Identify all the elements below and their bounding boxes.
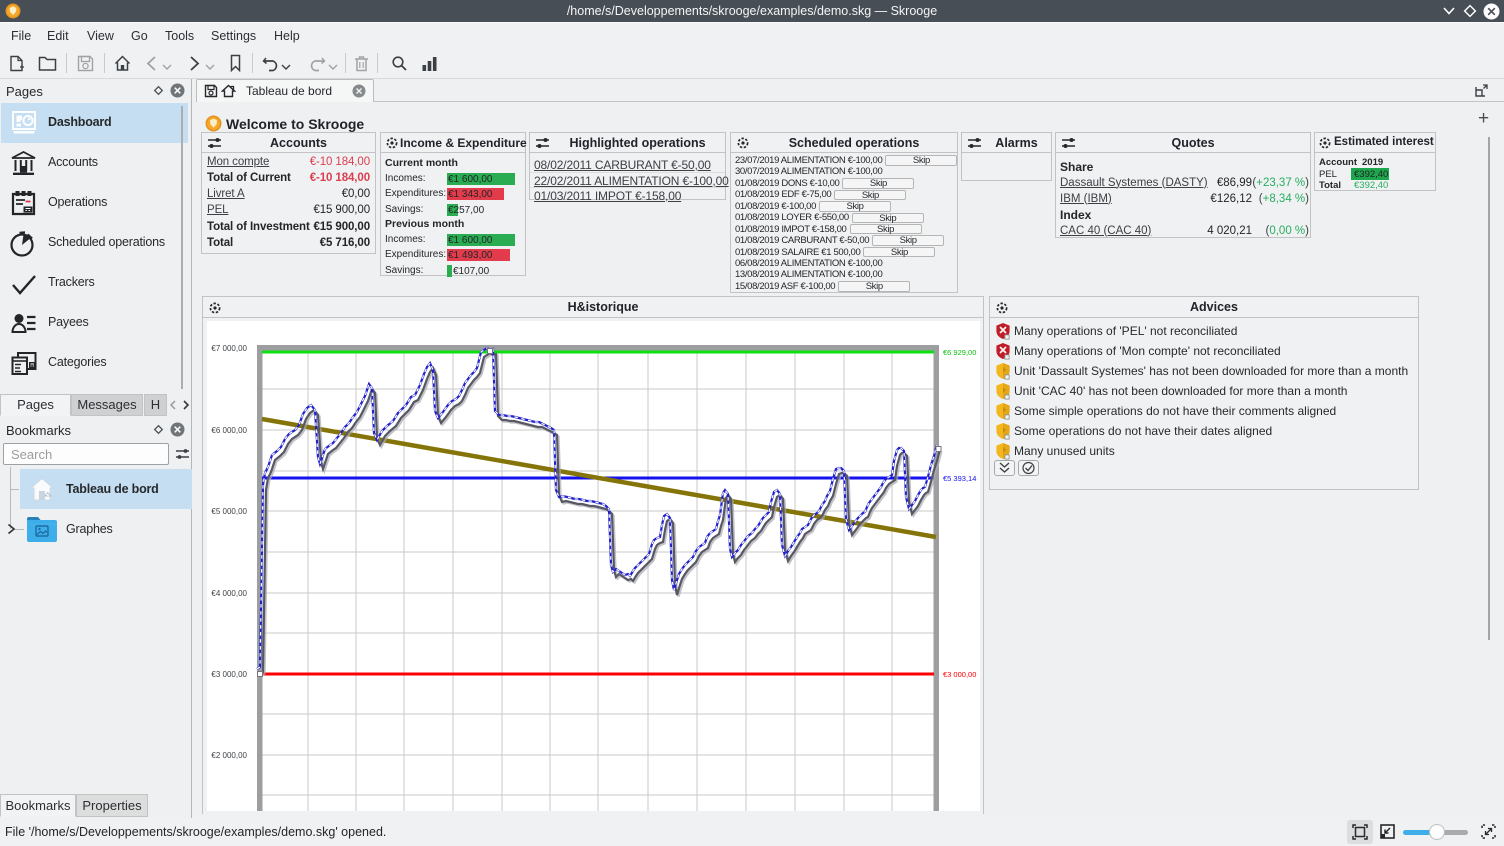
svg-text:€3 000,00: €3 000,00 xyxy=(211,670,247,679)
svg-text:€6 929,00: €6 929,00 xyxy=(943,348,976,357)
svg-text:€2 000,00: €2 000,00 xyxy=(211,751,247,760)
svg-text:€5 393,14: €5 393,14 xyxy=(943,474,976,483)
svg-text:€4 000,00: €4 000,00 xyxy=(211,589,247,598)
svg-text:€7 000,00: €7 000,00 xyxy=(211,344,247,353)
svg-text:€6 000,00: €6 000,00 xyxy=(211,426,247,435)
svg-text:€3 000,00: €3 000,00 xyxy=(943,670,976,679)
svg-text:€5 000,00: €5 000,00 xyxy=(211,507,247,516)
